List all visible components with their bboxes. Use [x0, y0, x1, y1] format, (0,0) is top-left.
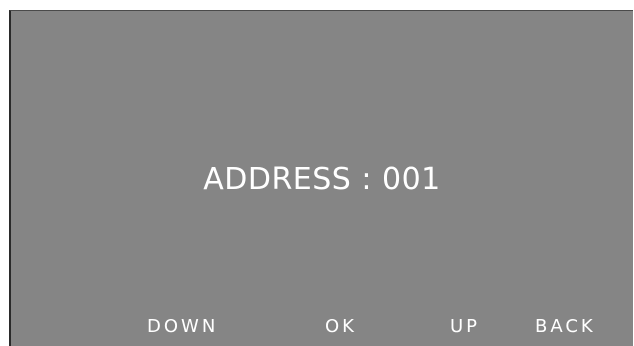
down-button[interactable]: DOWN [147, 316, 218, 337]
ok-button[interactable]: OK [325, 316, 357, 337]
up-button[interactable]: UP [450, 316, 480, 337]
address-readout: ADDRESS : 001 [203, 162, 441, 197]
back-button[interactable]: BACK [535, 316, 596, 337]
lcd-screen: ADDRESS : 001 [9, 10, 633, 346]
